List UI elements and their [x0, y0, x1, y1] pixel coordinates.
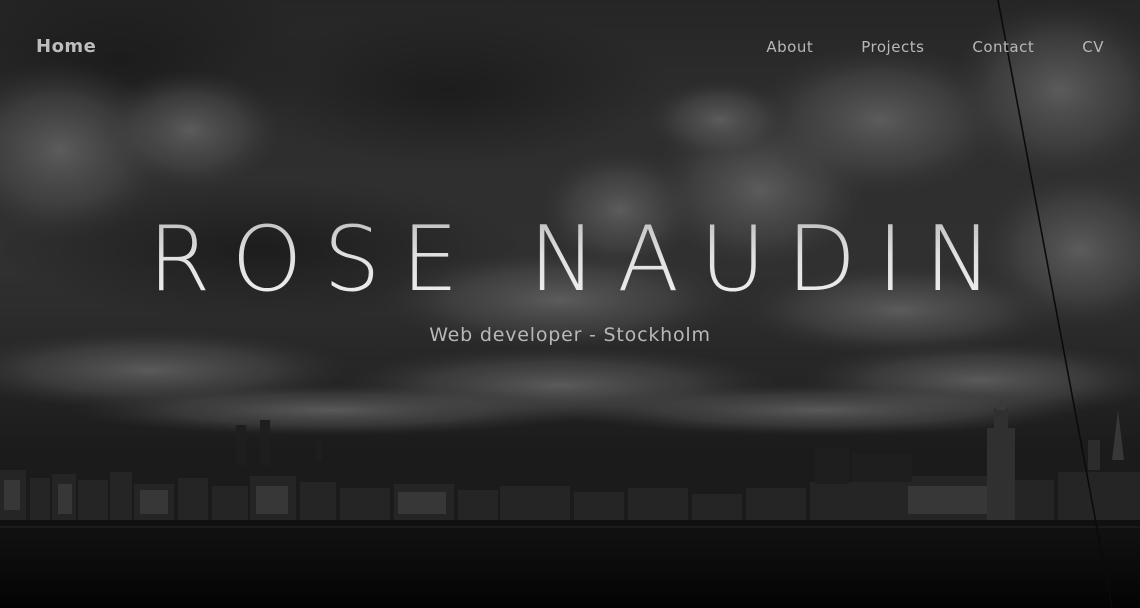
top-navigation: Home About Projects Contact CV: [0, 0, 1140, 94]
nav-link-cv[interactable]: CV: [1082, 38, 1104, 56]
hero-title: ROSE NAUDIN: [0, 210, 1140, 310]
nav-link-about[interactable]: About: [766, 38, 813, 56]
nav-link-projects[interactable]: Projects: [861, 38, 924, 56]
hero-subtitle: Web developer - Stockholm: [429, 324, 711, 346]
nav-link-contact[interactable]: Contact: [972, 38, 1034, 56]
nav-links: About Projects Contact CV: [718, 38, 1104, 56]
nav-home-link[interactable]: Home: [36, 36, 96, 57]
hero-section: Home About Projects Contact CV ROSE NAUD…: [0, 0, 1140, 608]
